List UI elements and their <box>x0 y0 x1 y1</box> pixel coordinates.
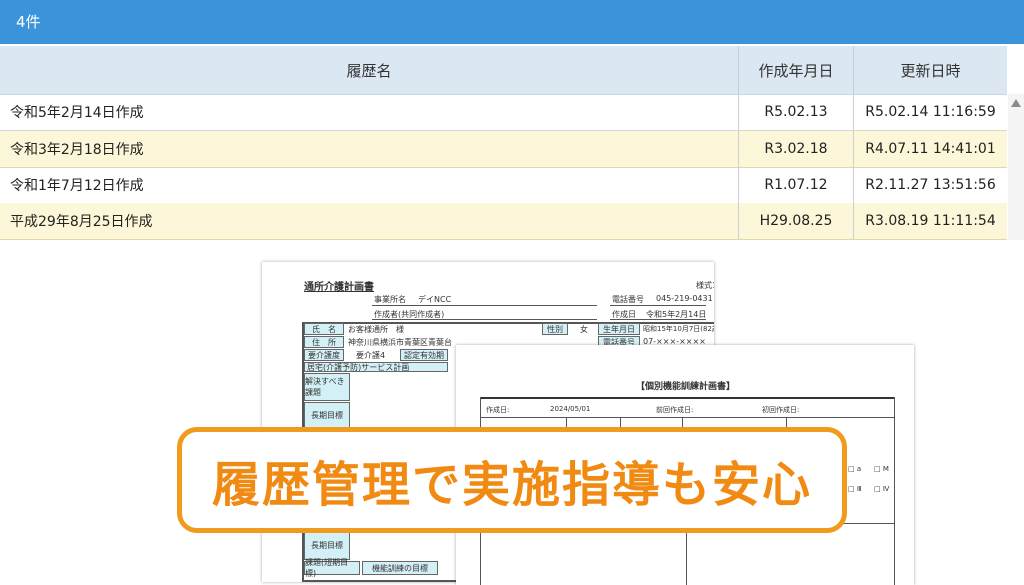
doc2-check-iv: □ Ⅳ <box>874 485 890 493</box>
banner-text: 履歴管理で実施指導も安心 <box>211 457 812 513</box>
row-created-date: R3.02.18 <box>738 131 853 167</box>
feature-banner: 履歴管理で実施指導も安心 <box>177 427 847 533</box>
column-header-updated-datetime[interactable]: 更新日時 <box>853 46 1007 94</box>
doc1-name-label: 氏 名 <box>304 323 344 335</box>
doc1-plan-label: 居宅(介護予防)サービス計画 <box>304 362 448 372</box>
table-row[interactable]: 令和5年2月14日作成 R5.02.13 R5.02.14 11:16:59 <box>0 94 1007 131</box>
doc1-form-no: 様式1 <box>696 281 714 290</box>
doc1-office-value: デイNCC <box>418 295 452 304</box>
doc1-address-value: 神奈川県横浜市青葉区青葉台 <box>348 338 452 347</box>
scroll-up-arrow-icon[interactable] <box>1011 99 1021 107</box>
table-header: 履歴名 作成年月日 更新日時 <box>0 46 1007 95</box>
row-history-name: 平成29年8月25日作成 <box>10 214 153 230</box>
doc2-check-iii: □ Ⅲ <box>848 485 862 493</box>
doc1-short-issue-label: 課題(短期目標) <box>304 558 360 578</box>
doc2-date-value: 2024/05/01 <box>550 405 591 413</box>
column-header-created-date[interactable]: 作成年月日 <box>738 46 853 94</box>
table-row[interactable]: 令和1年7月12日作成 R1.07.12 R2.11.27 13:51:56 <box>0 167 1007 204</box>
row-history-name: 令和1年7月12日作成 <box>10 178 144 194</box>
row-updated-datetime: R3.08.19 11:11:54 <box>853 203 1007 239</box>
doc1-care-value: 要介護4 <box>356 351 386 360</box>
doc1-office-label: 事業所名 <box>374 295 406 304</box>
row-history-name: 令和3年2月18日作成 <box>10 142 144 158</box>
doc1-long-goal-label-2: 長期目標 <box>304 530 350 560</box>
doc1-birth-label: 生年月日 <box>598 323 640 335</box>
row-updated-datetime: R2.11.27 13:51:56 <box>853 167 1007 203</box>
doc1-title: 通所介護計画書 <box>304 282 374 293</box>
doc2-title: 【個別機能訓練計画書】 <box>636 382 736 392</box>
doc2-check-a: □ a <box>848 465 862 473</box>
table-row[interactable]: 令和3年2月18日作成 R3.02.18 R4.07.11 14:41:01 <box>0 131 1007 168</box>
doc1-care-label: 要介護度 <box>304 349 344 361</box>
table-row[interactable]: 平成29年8月25日作成 H29.08.25 R3.08.19 11:11:54 <box>0 203 1007 240</box>
row-updated-datetime: R4.07.11 14:41:01 <box>853 131 1007 167</box>
doc1-address-label: 住 所 <box>304 336 344 348</box>
doc1-birth-value: 昭和15年10月7日(82歳) <box>643 325 714 333</box>
row-history-name: 令和5年2月14日作成 <box>10 105 144 121</box>
doc1-phone-value: 045-219-0431 <box>656 294 713 303</box>
row-updated-datetime: R5.02.14 11:16:59 <box>853 94 1007 130</box>
doc2-first-label: 前回作成日: <box>656 406 694 414</box>
doc1-phone-label: 電話番号 <box>612 295 644 304</box>
result-count: 4件 <box>16 13 41 31</box>
doc2-check-m: □ M <box>874 465 889 473</box>
doc2-date-label: 作成日: <box>486 406 510 414</box>
row-created-date: H29.08.25 <box>738 203 853 239</box>
doc1-gender-label: 性別 <box>542 323 568 335</box>
doc1-gender-value: 女 <box>580 325 588 334</box>
doc1-name-value: お客様通所 様 <box>348 325 404 334</box>
row-created-date: R5.02.13 <box>738 94 853 130</box>
column-header-history-name[interactable]: 履歴名 <box>0 46 738 94</box>
doc2-initial-label: 初回作成日: <box>762 406 800 414</box>
doc1-training-label: 機能訓練の目標 <box>362 561 438 575</box>
doc1-cert-label: 認定有効期 <box>400 349 448 361</box>
doc1-issue-label: 解決すべき課題 <box>304 373 350 401</box>
vertical-scrollbar[interactable] <box>1008 94 1024 240</box>
doc1-long-goal-label: 長期目標 <box>304 402 350 428</box>
row-created-date: R1.07.12 <box>738 167 853 203</box>
result-count-bar: 4件 <box>0 0 1024 44</box>
